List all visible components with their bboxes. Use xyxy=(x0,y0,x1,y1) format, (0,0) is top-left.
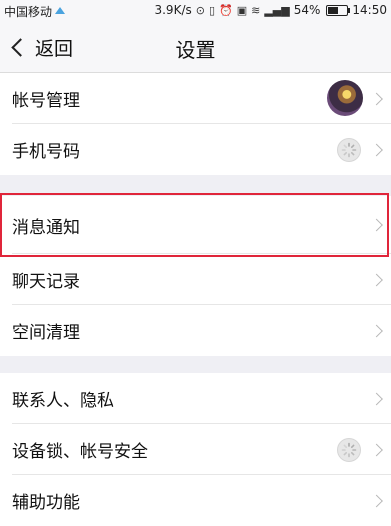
chevron-right-icon xyxy=(370,494,383,507)
settings-item-account-management[interactable]: 帐号管理 xyxy=(0,73,391,124)
settings-item-label: 联系人、隐私 xyxy=(12,391,114,411)
clock: 14:50 xyxy=(352,3,387,17)
chevron-right-icon xyxy=(370,443,383,456)
settings-item-contacts-privacy[interactable]: 联系人、隐私 xyxy=(0,373,391,424)
settings-item-label: 聊天记录 xyxy=(12,272,80,292)
settings-item-device-lock-security[interactable]: 设备锁、帐号安全 xyxy=(0,424,391,475)
vibrate-icon: ▯ xyxy=(208,3,216,17)
avatar xyxy=(327,80,363,116)
settings-item-label: 空间清理 xyxy=(12,323,80,343)
chevron-right-icon xyxy=(370,273,383,286)
location-icon: ⊙ xyxy=(195,3,205,17)
network-speed: 3.9K/s xyxy=(154,3,192,17)
wifi-icon: ≋ xyxy=(251,3,261,17)
loading-spinner-icon xyxy=(337,137,361,162)
settings-item-label: 手机号码 xyxy=(12,142,80,162)
settings-item-label: 辅助功能 xyxy=(12,493,80,513)
chevron-right-icon xyxy=(370,324,383,337)
battery-icon xyxy=(326,4,351,16)
hd-icon: ▣ xyxy=(236,3,248,17)
page-title: 设置 xyxy=(175,38,216,62)
chevron-right-icon xyxy=(370,92,383,105)
chevron-right-icon xyxy=(370,392,383,405)
chevron-right-icon xyxy=(370,218,383,232)
signal-icon: ▂▄▆ xyxy=(264,3,290,17)
settings-group-account: 帐号管理 手机号码 xyxy=(0,73,391,175)
chevron-right-icon xyxy=(370,143,383,156)
settings-item-storage-cleanup[interactable]: 空间清理 xyxy=(0,305,391,356)
settings-item-notifications[interactable]: 消息通知 xyxy=(0,196,391,254)
alarm-icon: ⏰ xyxy=(219,3,233,17)
settings-group-messages: 消息通知 聊天记录 空间清理 xyxy=(0,196,391,356)
carrier-label: 中国移动 xyxy=(4,5,53,19)
nav-bar: 返回 设置 xyxy=(0,22,391,73)
settings-item-label: 设备锁、帐号安全 xyxy=(12,442,148,462)
settings-item-accessibility[interactable]: 辅助功能 xyxy=(0,475,391,526)
wifi-share-icon xyxy=(54,5,66,18)
battery-percent: 54% xyxy=(293,3,321,17)
status-bar: 中国移动 3.9K/s ⊙ ▯ ⏰ ▣ ≋ ▂▄▆ 54% 14:50 xyxy=(0,0,391,22)
settings-group-privacy: 联系人、隐私 设备锁、帐号安全 辅助功能 xyxy=(0,373,391,526)
settings-item-chat-history[interactable]: 聊天记录 xyxy=(0,254,391,305)
settings-item-label: 消息通知 xyxy=(12,217,80,238)
settings-item-label: 帐号管理 xyxy=(12,91,80,111)
loading-spinner-icon xyxy=(337,437,361,462)
settings-item-phone-number[interactable]: 手机号码 xyxy=(0,124,391,175)
